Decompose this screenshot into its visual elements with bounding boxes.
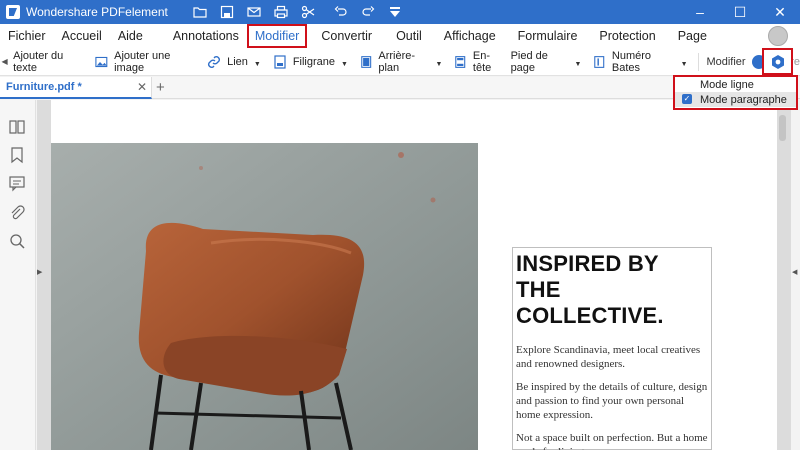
customize-icon[interactable] [387, 4, 403, 20]
mode-paragraph-option[interactable]: ✓ Mode paragraphe [675, 92, 796, 107]
chair-image [51, 143, 478, 450]
watermark-button[interactable]: Filigrane ▼ [267, 48, 354, 76]
thumbnails-icon[interactable] [8, 118, 26, 136]
window-controls: – ☐ ✕ [680, 0, 800, 24]
watermark-icon [274, 54, 286, 69]
link-button[interactable]: Lien ▼ [201, 48, 267, 76]
background-icon [361, 55, 372, 68]
menu-modifier[interactable]: Modifier [246, 24, 308, 48]
right-panel-collapse-icon[interactable]: ◀ [792, 268, 797, 276]
app-title: Wondershare PDFelement [26, 5, 168, 19]
body-paragraph-2: Be inspired by the details of culture, d… [516, 381, 708, 421]
pdf-page: INSPIRED BY THE COLLECTIVE. Explore Scan… [51, 100, 777, 450]
add-text-label: Ajouter du texte [13, 49, 64, 74]
chevron-down-icon: ▼ [435, 61, 443, 68]
minimize-button[interactable]: – [680, 0, 720, 24]
menu-bar: Fichier Accueil Aide Annotations Modifie… [0, 24, 800, 48]
body-paragraph-3: Not a space built on perfection. But a h… [516, 432, 708, 450]
document-canvas: INSPIRED BY THE COLLECTIVE. Explore Scan… [37, 100, 791, 450]
title-bar: Wondershare PDFelement – ☐ ✕ [0, 0, 800, 24]
search-icon[interactable] [8, 232, 26, 250]
toolbar-divider [697, 52, 699, 71]
link-icon [208, 55, 221, 68]
mode-line-option[interactable]: Mode ligne [675, 77, 796, 92]
mode-edit-label: Modifier [706, 55, 746, 68]
undo-icon[interactable] [333, 4, 349, 20]
bates-number-button[interactable]: Numéro Bates ▼ [587, 48, 693, 76]
edit-toolbar: ◀ Ajouter du texte Ajouter une image Lie… [0, 48, 800, 76]
background-button[interactable]: Arrière-plan ▼ [354, 48, 448, 76]
save-icon[interactable] [219, 4, 235, 20]
menu-page[interactable]: Page [670, 25, 715, 47]
gear-icon [771, 54, 784, 69]
menu-aide[interactable]: Aide [110, 25, 151, 47]
edit-settings-button[interactable] [762, 48, 793, 75]
attachment-icon[interactable] [8, 204, 26, 222]
chevron-down-icon: ▼ [253, 61, 261, 68]
watermark-label: Filigrane [292, 55, 335, 68]
checkbox-checked-icon: ✓ [682, 94, 692, 104]
background-label: Arrière-plan [378, 49, 416, 74]
link-label: Lien [227, 55, 248, 68]
chevron-down-icon: ▼ [680, 61, 688, 68]
maximize-button[interactable]: ☐ [720, 0, 760, 24]
header-footer-button[interactable]: En-tête Pied de page ▼ [448, 48, 587, 76]
add-tab-icon[interactable]: + [156, 79, 165, 96]
redo-icon[interactable] [360, 4, 376, 20]
image-icon [95, 56, 108, 67]
add-image-button[interactable]: Ajouter une image [89, 48, 201, 76]
tab-furniture-pdf[interactable]: Furniture.pdf * ✕ [0, 77, 152, 99]
folder-icon[interactable] [192, 4, 208, 20]
headline-line-1: INSPIRED BY [516, 251, 659, 276]
chevron-down-icon: ▼ [574, 61, 582, 68]
app-logo-icon [6, 5, 20, 19]
menu-formulaire[interactable]: Formulaire [510, 25, 586, 47]
tab-file-name: Furniture.pdf * [6, 81, 82, 93]
vertical-scrollbar[interactable] [779, 115, 786, 141]
footer-label: Pied de page [510, 49, 548, 74]
comment-icon[interactable] [8, 174, 26, 192]
print-icon[interactable] [273, 4, 289, 20]
close-icon[interactable]: ✕ [137, 80, 147, 94]
menu-outil[interactable]: Outil [388, 25, 430, 47]
toolbar-scroll-left-icon[interactable]: ◀ [0, 57, 9, 66]
header-footer-icon [455, 55, 466, 68]
menu-accueil[interactable]: Accueil [54, 25, 110, 47]
menu-annotations[interactable]: Annotations [165, 25, 247, 47]
paragraph-text-box[interactable]: INSPIRED BY THE COLLECTIVE. Explore Scan… [512, 247, 712, 450]
mode-paragraph-label: Mode paragraphe [700, 93, 787, 106]
chair-photo[interactable] [51, 143, 478, 450]
mode-line-label: Mode ligne [700, 78, 754, 91]
bookmark-icon[interactable] [8, 146, 26, 164]
headline-line-2: THE COLLECTIVE. [516, 277, 664, 328]
menu-protection[interactable]: Protection [591, 25, 663, 47]
left-panel-collapse-icon[interactable]: ▶ [37, 268, 42, 276]
add-text-button[interactable]: Ajouter du texte [9, 48, 89, 76]
edit-mode-dropdown: Mode ligne ✓ Mode paragraphe [673, 75, 798, 110]
chevron-down-icon: ▼ [341, 61, 348, 68]
header-label: En-tête [472, 49, 492, 74]
left-sidebar [0, 100, 36, 450]
body-paragraph-1: Explore Scandinavia, meet local creative… [516, 344, 701, 370]
user-avatar[interactable] [768, 26, 788, 46]
quick-access-toolbar [192, 4, 403, 20]
close-button[interactable]: ✕ [760, 0, 800, 24]
scissors-icon[interactable] [300, 4, 316, 20]
menu-affichage[interactable]: Affichage [436, 25, 504, 47]
menu-convertir[interactable]: Convertir [313, 25, 380, 47]
bates-number-label: Numéro Bates [611, 49, 652, 74]
menu-fichier[interactable]: Fichier [0, 25, 54, 47]
bates-number-icon [594, 55, 605, 68]
mail-icon[interactable] [246, 4, 262, 20]
add-image-label: Ajouter une image [114, 49, 171, 74]
